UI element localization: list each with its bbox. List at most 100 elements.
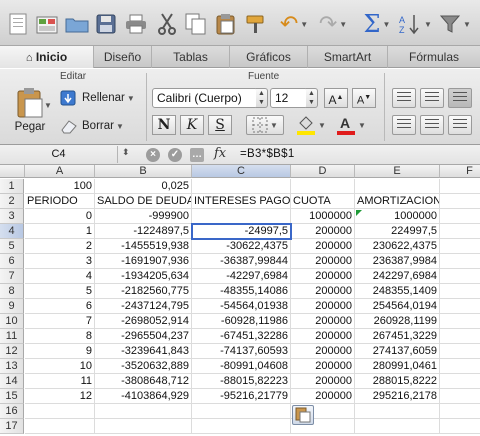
borders-button[interactable]: ▼ [246, 115, 284, 135]
cell-c5[interactable]: -30622,4375 [192, 239, 291, 254]
paste-icon[interactable] [214, 10, 238, 38]
grow-font-button[interactable]: A▲ [324, 88, 348, 108]
cell-b10[interactable]: -2698052,914 [95, 314, 192, 329]
name-box[interactable]: C4 [0, 146, 118, 163]
cell-f10[interactable] [440, 314, 480, 329]
cell-a12[interactable]: 9 [25, 344, 95, 359]
cell-f13[interactable] [440, 359, 480, 374]
copy-icon[interactable] [184, 10, 208, 38]
row-header[interactable]: 15 [0, 389, 24, 404]
align-bottom-button[interactable] [448, 88, 472, 108]
cell-b6[interactable]: -1691907,936 [95, 254, 192, 269]
cell-b7[interactable]: -1934205,634 [95, 269, 192, 284]
cell-e16[interactable] [355, 404, 440, 419]
cell-d15[interactable]: 200000 [291, 389, 355, 404]
cell-a14[interactable]: 11 [25, 374, 95, 389]
cell-b5[interactable]: -1455519,938 [95, 239, 192, 254]
cut-icon[interactable] [156, 10, 178, 38]
cell-e7[interactable]: 242297,6984 [355, 269, 440, 284]
redo-icon[interactable]: ↷ ▼ [316, 10, 350, 38]
cell-f8[interactable] [440, 284, 480, 299]
cell-d12[interactable]: 200000 [291, 344, 355, 359]
cell-d11[interactable]: 200000 [291, 329, 355, 344]
cell-d7[interactable]: 200000 [291, 269, 355, 284]
cell-b3[interactable]: -999900 [95, 209, 192, 224]
cell-c2[interactable]: INTERESES PAGOS [192, 194, 291, 209]
bold-button[interactable]: N [152, 115, 176, 135]
print-icon[interactable] [124, 10, 148, 38]
tab-diseno[interactable]: Diseño [94, 46, 152, 68]
cell-d3[interactable]: 1000000 [291, 209, 355, 224]
cell-e15[interactable]: 295216,2178 [355, 389, 440, 404]
cell-c12[interactable]: -74137,60593 [192, 344, 291, 359]
tab-inicio[interactable]: ⌂ Inicio [0, 46, 94, 68]
column-header-b[interactable]: B [95, 165, 192, 178]
cell-d9[interactable]: 200000 [291, 299, 355, 314]
cell-a8[interactable]: 5 [25, 284, 95, 299]
save-icon[interactable] [94, 10, 118, 38]
sort-icon[interactable]: A Z ▼ [398, 10, 432, 38]
cell-c7[interactable]: -42297,6984 [192, 269, 291, 284]
align-top-button[interactable] [392, 88, 416, 108]
cell-e8[interactable]: 248355,1409 [355, 284, 440, 299]
open-folder-icon[interactable] [64, 10, 90, 38]
cell-a11[interactable]: 8 [25, 329, 95, 344]
fill-button[interactable]: Rellenar ▼ [60, 89, 135, 107]
cell-d4[interactable]: 200000 [291, 224, 355, 239]
row-header[interactable]: 10 [0, 314, 24, 329]
row-header[interactable]: 2 [0, 194, 24, 209]
paste-button[interactable]: Pegar [8, 87, 52, 141]
tab-smartart[interactable]: SmartArt [308, 46, 388, 68]
cancel-icon[interactable]: × [146, 148, 160, 162]
cell-c3[interactable] [192, 209, 291, 224]
cell-e2[interactable]: AMORTIZACION [355, 194, 440, 209]
clear-button[interactable]: Borrar ▼ [60, 117, 124, 135]
align-left-button[interactable] [392, 115, 416, 135]
shrink-font-button[interactable]: A▼ [352, 88, 376, 108]
confirm-icon[interactable]: ✓ [168, 148, 182, 162]
cell-c4[interactable]: -24997,5 [192, 224, 291, 239]
filter-icon[interactable]: ▼ [438, 10, 472, 38]
cell-d2[interactable]: CUOTA [291, 194, 355, 209]
cell-d5[interactable]: 200000 [291, 239, 355, 254]
cell-b17[interactable] [95, 419, 192, 434]
row-header[interactable]: 11 [0, 329, 24, 344]
cell-e11[interactable]: 267451,3229 [355, 329, 440, 344]
cell-c10[interactable]: -60928,11986 [192, 314, 291, 329]
cell-a10[interactable]: 7 [25, 314, 95, 329]
cell-b12[interactable]: -3239641,843 [95, 344, 192, 359]
cell-f14[interactable] [440, 374, 480, 389]
cell-b4[interactable]: -1224897,5 [95, 224, 192, 239]
column-header-e[interactable]: E [355, 165, 440, 178]
cell-c15[interactable]: -95216,21779 [192, 389, 291, 404]
cell-d8[interactable]: 200000 [291, 284, 355, 299]
underline-button[interactable]: S [208, 115, 232, 135]
cell-a1[interactable]: 100 [25, 179, 95, 194]
cell-a17[interactable] [25, 419, 95, 434]
autosum-icon[interactable]: Σ ▼ [362, 10, 392, 38]
select-all-corner[interactable] [0, 165, 25, 178]
cell-d14[interactable]: 200000 [291, 374, 355, 389]
cell-f15[interactable] [440, 389, 480, 404]
cell-f5[interactable] [440, 239, 480, 254]
tab-tablas[interactable]: Tablas [152, 46, 230, 68]
row-header[interactable]: 17 [0, 419, 24, 434]
column-header-f[interactable]: F [440, 165, 480, 178]
cell-f2[interactable] [440, 194, 480, 209]
cell-b2[interactable]: SALDO DE DEUDA [95, 194, 192, 209]
cell-a15[interactable]: 12 [25, 389, 95, 404]
cell-e1[interactable] [355, 179, 440, 194]
format-painter-icon[interactable] [244, 10, 268, 38]
formula-input[interactable]: =B3*$B$1 [240, 148, 295, 160]
cell-a13[interactable]: 10 [25, 359, 95, 374]
column-header-c[interactable]: C [192, 165, 291, 178]
cell-c6[interactable]: -36387,99844 [192, 254, 291, 269]
cell-e12[interactable]: 274137,6059 [355, 344, 440, 359]
cell-a7[interactable]: 4 [25, 269, 95, 284]
cell-e9[interactable]: 254564,0194 [355, 299, 440, 314]
font-color-button[interactable]: A ▼ [334, 113, 368, 137]
cell-f12[interactable] [440, 344, 480, 359]
row-header[interactable]: 5 [0, 239, 24, 254]
cell-c1[interactable] [192, 179, 291, 194]
cell-c14[interactable]: -88015,82223 [192, 374, 291, 389]
